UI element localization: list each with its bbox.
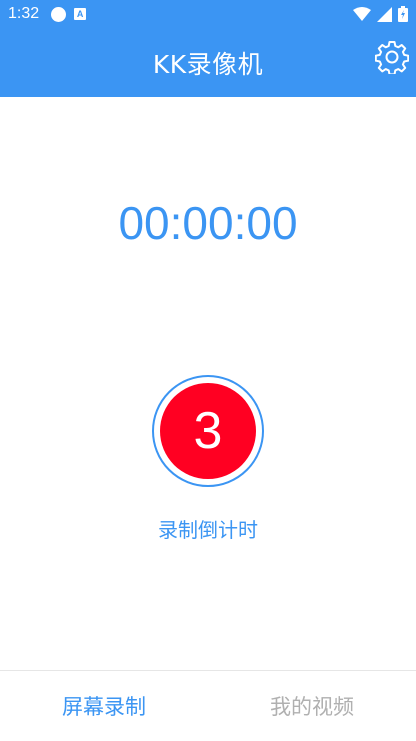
battery-icon (398, 6, 408, 22)
record-button[interactable]: 3 (152, 375, 264, 487)
tab-screen-record[interactable]: 屏幕录制 (0, 671, 208, 741)
wifi-icon (353, 6, 371, 21)
record-button-core: 3 (160, 383, 256, 479)
signal-icon (377, 6, 392, 22)
status-bar: 1:32 A (0, 0, 416, 28)
status-time: 1:32 (8, 5, 40, 22)
a-badge-icon: A (74, 8, 87, 20)
gear-icon[interactable] (375, 40, 409, 74)
bottom-tab-bar: 屏幕录制 我的视频 (0, 670, 416, 741)
countdown-number: 3 (193, 402, 223, 460)
notification-dot-icon (51, 6, 67, 22)
page-title: KK录像机 (152, 49, 264, 79)
status-left-icons: A (51, 6, 87, 22)
status-right-icons (353, 6, 408, 22)
tab-my-videos[interactable]: 我的视频 (208, 671, 416, 741)
app-bar: KK录像机 (0, 28, 416, 97)
recording-timer: 00:00:00 (118, 197, 298, 249)
countdown-caption: 录制倒计时 (158, 518, 258, 542)
